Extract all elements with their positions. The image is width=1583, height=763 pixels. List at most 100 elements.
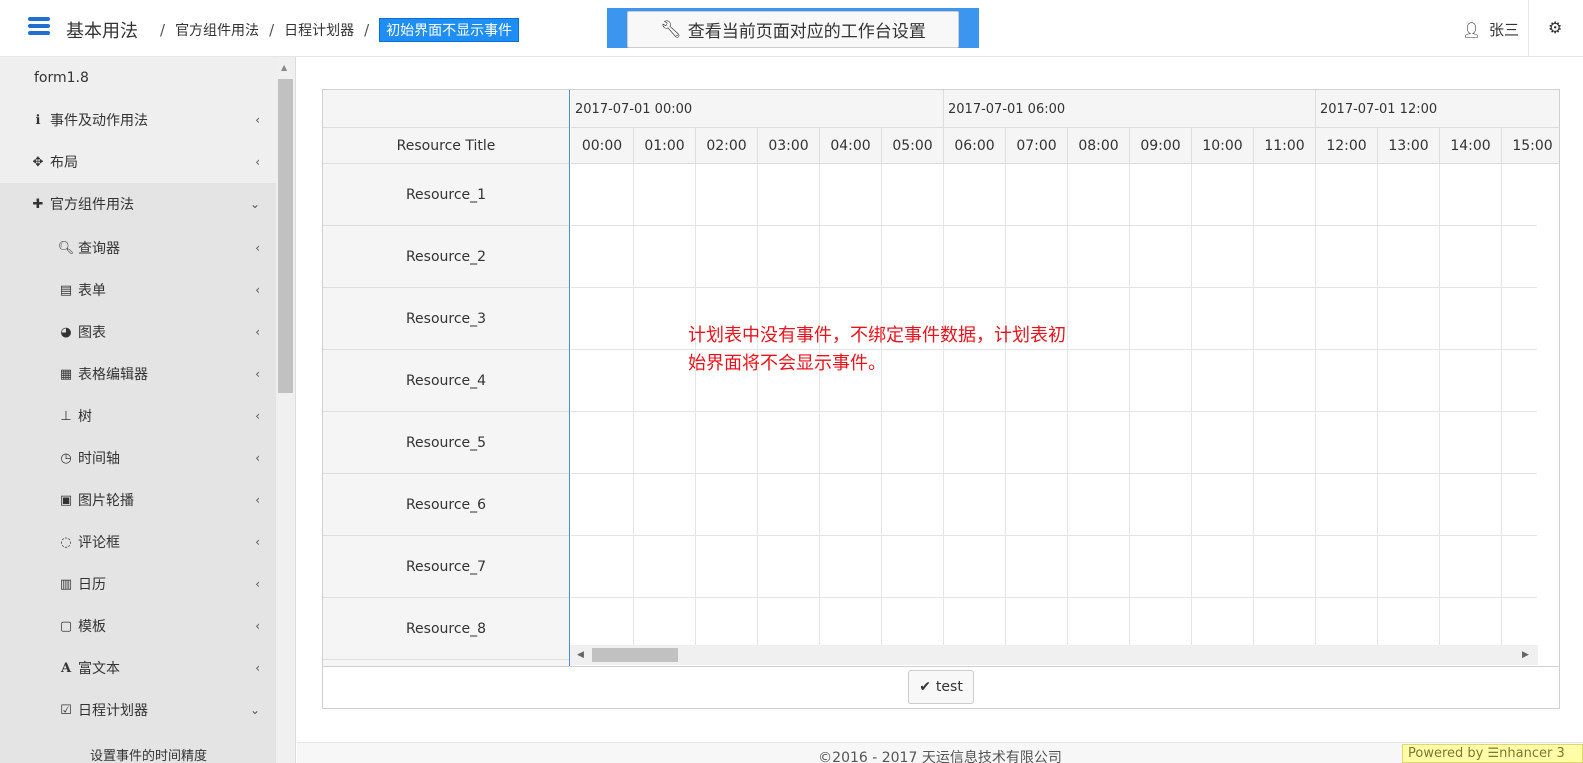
scroll-up-icon[interactable]: ▲ xyxy=(281,63,287,72)
grid-column-line xyxy=(1005,164,1006,646)
sidebar-item-label: 事件及动作用法 xyxy=(50,113,148,129)
sidebar-item-components[interactable]: ✚ 官方组件用法 ⌄ xyxy=(0,183,276,225)
sidebar-scroll-thumb[interactable] xyxy=(278,79,293,393)
breadcrumb-separator: / xyxy=(364,21,370,39)
clock-icon: ◷ xyxy=(60,450,72,466)
sidebar-item-scheduler[interactable]: ☑ 日程计划器 ⌄ xyxy=(0,689,276,731)
sidebar-item-label: 模板 xyxy=(78,619,106,635)
breadcrumb-item[interactable]: 日程计划器 xyxy=(284,20,354,40)
chevron-left-icon: ‹ xyxy=(255,325,260,339)
schedule-grid[interactable] xyxy=(571,164,1537,646)
user-menu[interactable]: 👤︎ 张三 xyxy=(1462,19,1519,40)
grid-horizontal-scrollbar[interactable]: ◀ ▶ xyxy=(570,645,1538,665)
grid-row-line xyxy=(571,411,1537,412)
resource-row: Resource_7 xyxy=(323,536,569,598)
sidebar-item-events[interactable]: ℹ 事件及动作用法 ‹ xyxy=(0,99,276,141)
menu-toggle-icon[interactable] xyxy=(28,17,50,37)
grid-row-line xyxy=(571,287,1537,288)
resource-row: Resource_4 xyxy=(323,350,569,412)
sidebar-item-label: 评论框 xyxy=(78,535,120,551)
day-header: 2017-07-01 06:00 xyxy=(943,90,1315,128)
sidebar-item-layout[interactable]: ✥ 布局 ‹ xyxy=(0,141,276,183)
chevron-left-icon: ‹ xyxy=(255,409,260,423)
grid-column-line xyxy=(1501,164,1502,646)
workspace-settings-label: 查看当前页面对应的工作台设置 xyxy=(687,22,926,42)
hour-header: 13:00 xyxy=(1377,128,1439,164)
gear-icon[interactable]: ⚙ xyxy=(1548,18,1562,37)
sidebar-item-chart[interactable]: ◕ 图表 ‹ xyxy=(0,311,276,353)
test-button-label: test xyxy=(935,679,963,695)
sidebar-item-table-editor[interactable]: ▦ 表格编辑器 ‹ xyxy=(0,353,276,395)
sidebar-item-template[interactable]: ▢ 模板 ‹ xyxy=(0,605,276,647)
hour-header: 04:00 xyxy=(819,128,881,164)
sidebar-item-label: 富文本 xyxy=(78,661,120,677)
grid-column-line xyxy=(1191,164,1192,646)
sidebar-item-time-precision[interactable]: 设置事件的时间精度 xyxy=(0,733,276,763)
grid-hscroll-thumb[interactable] xyxy=(592,648,678,662)
sidebar-scrollbar[interactable]: ▲ xyxy=(277,57,294,763)
chevron-down-icon: ⌄ xyxy=(249,197,260,211)
hour-header: 05:00 xyxy=(881,128,943,164)
sidebar-version-label: form1.8 xyxy=(34,70,89,86)
chevron-left-icon: ‹ xyxy=(255,661,260,675)
sidebar-version: form1.8 xyxy=(0,57,276,99)
workspace-settings-button[interactable]: 🔧︎ 查看当前页面对应的工作台设置 xyxy=(627,11,959,48)
sidebar-item-richtext[interactable]: A 富文本 ‹ xyxy=(0,647,276,689)
sidebar-item-label: 树 xyxy=(78,409,92,425)
sidebar-item-query[interactable]: 🔍︎ 查询器 ‹ xyxy=(0,227,276,269)
hour-header: 10:00 xyxy=(1191,128,1253,164)
sidebar-item-label: 图表 xyxy=(78,325,106,341)
breadcrumb-item[interactable]: 官方组件用法 xyxy=(175,20,259,40)
grid-row-line xyxy=(571,597,1537,598)
resource-row: Resource_5 xyxy=(323,412,569,474)
resource-row: Resource_6 xyxy=(323,474,569,536)
hour-header: 03:00 xyxy=(757,128,819,164)
grid-row-line xyxy=(571,473,1537,474)
hour-header: 02:00 xyxy=(695,128,757,164)
resource-row: Resource_2 xyxy=(323,226,569,288)
grid-column-line xyxy=(1067,164,1068,646)
chevron-left-icon: ‹ xyxy=(255,619,260,633)
hour-header: 14:00 xyxy=(1439,128,1501,164)
sidebar-item-label: 图片轮播 xyxy=(78,493,134,509)
form-icon: ▤ xyxy=(59,282,73,298)
day-header: 2017-07-01 00:00 xyxy=(575,101,693,117)
hour-header: 00:00 xyxy=(581,138,623,154)
calendar-icon: ▥ xyxy=(59,576,73,592)
sidebar-item-label: 查询器 xyxy=(78,241,120,257)
sidebar-item-tree[interactable]: ⊥ 树 ‹ xyxy=(0,395,276,437)
header-divider xyxy=(1528,0,1529,57)
sidebar-item-carousel[interactable]: ▣ 图片轮播 ‹ xyxy=(0,479,276,521)
grid-row-line xyxy=(571,225,1537,226)
chevron-left-icon: ‹ xyxy=(255,535,260,549)
hour-header: 15:00 xyxy=(1501,128,1559,164)
test-button[interactable]: ✔ test xyxy=(908,670,974,704)
sidebar-item-label: 设置事件的时间精度 xyxy=(90,748,208,763)
chevron-left-icon: ‹ xyxy=(255,451,260,465)
hour-header: 07:00 xyxy=(1005,128,1067,164)
sidebar-submenu: 🔍︎ 查询器 ‹ ▤ 表单 ‹ ◕ 图表 ‹ ▦ 表格编辑器 ‹ ⊥ 树 ‹ ◷… xyxy=(0,225,276,763)
font-icon: A xyxy=(60,660,72,676)
empty-events-notice: 计划表中没有事件，不绑定事件数据，计划表初始界面将不会显示事件。 xyxy=(688,325,1066,374)
hour-header-row: 00:00 01:00 02:00 03:00 04:00 05:00 06:00 07:00… xyxy=(571,128,1559,164)
sidebar-item-label: 布局 xyxy=(50,155,78,171)
check-icon: ✔ xyxy=(919,679,931,695)
sidebar-item-timeline[interactable]: ◷ 时间轴 ‹ xyxy=(0,437,276,479)
pie-chart-icon: ◕ xyxy=(60,324,72,340)
sidebar-item-form[interactable]: ▤ 表单 ‹ xyxy=(0,269,276,311)
wrench-icon: 🔧︎ xyxy=(660,19,682,40)
hour-header: 11:00 xyxy=(1253,128,1315,164)
breadcrumb-separator: / xyxy=(269,21,275,39)
sidebar-item-comment[interactable]: ◌ 评论框 ‹ xyxy=(0,521,276,563)
chevron-left-icon: ‹ xyxy=(255,155,260,169)
powered-by-badge[interactable]: Powered by ☰nhancer 3 xyxy=(1402,744,1583,763)
chevron-left-icon: ‹ xyxy=(255,367,260,381)
sidebar-item-calendar[interactable]: ▥ 日历 ‹ xyxy=(0,563,276,605)
scroll-right-icon[interactable]: ▶ xyxy=(1522,650,1529,660)
grid-row-line xyxy=(571,535,1537,536)
resource-row: Resource_1 xyxy=(323,164,569,226)
resource-title-header: Resource Title xyxy=(323,128,569,164)
user-icon: 👤︎ xyxy=(1462,20,1482,39)
sidebar-item-label: 日历 xyxy=(78,577,106,593)
scroll-left-icon[interactable]: ◀ xyxy=(577,650,584,660)
